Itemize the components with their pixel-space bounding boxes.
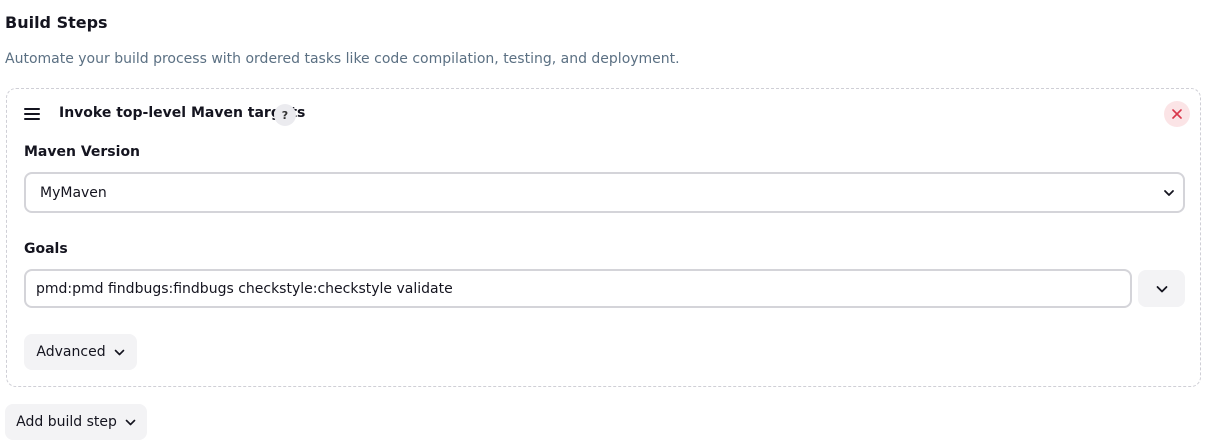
advanced-button[interactable]: Advanced — [24, 334, 137, 370]
step-title: Invoke top-level Maven targets — [59, 105, 306, 121]
maven-version-value: MyMaven — [40, 184, 107, 201]
add-build-step-button[interactable]: Add build step — [5, 404, 147, 440]
chevron-down-icon — [1164, 190, 1174, 196]
help-icon[interactable]: ? — [274, 104, 296, 126]
remove-step-button[interactable] — [1164, 101, 1190, 127]
maven-version-label: Maven Version — [24, 144, 141, 160]
maven-version-select[interactable]: MyMaven — [24, 172, 1185, 213]
goals-input[interactable]: pmd:pmd findbugs:findbugs checkstyle:che… — [24, 269, 1132, 308]
build-step-card: Invoke top-level Maven targets ? Maven V… — [6, 88, 1201, 387]
chevron-down-icon — [1156, 285, 1167, 292]
chevron-down-icon — [125, 419, 136, 425]
add-build-step-label: Add build step — [16, 414, 117, 430]
drag-handle-icon[interactable] — [24, 108, 40, 120]
build-steps-page: Build Steps Automate your build process … — [0, 0, 1216, 448]
goals-label: Goals — [24, 241, 68, 257]
section-title: Build Steps — [5, 13, 108, 32]
chevron-down-icon — [114, 349, 124, 355]
close-icon — [1172, 109, 1182, 119]
section-description: Automate your build process with ordered… — [5, 51, 680, 67]
advanced-label: Advanced — [36, 344, 106, 360]
expand-goals-button[interactable] — [1138, 270, 1185, 307]
